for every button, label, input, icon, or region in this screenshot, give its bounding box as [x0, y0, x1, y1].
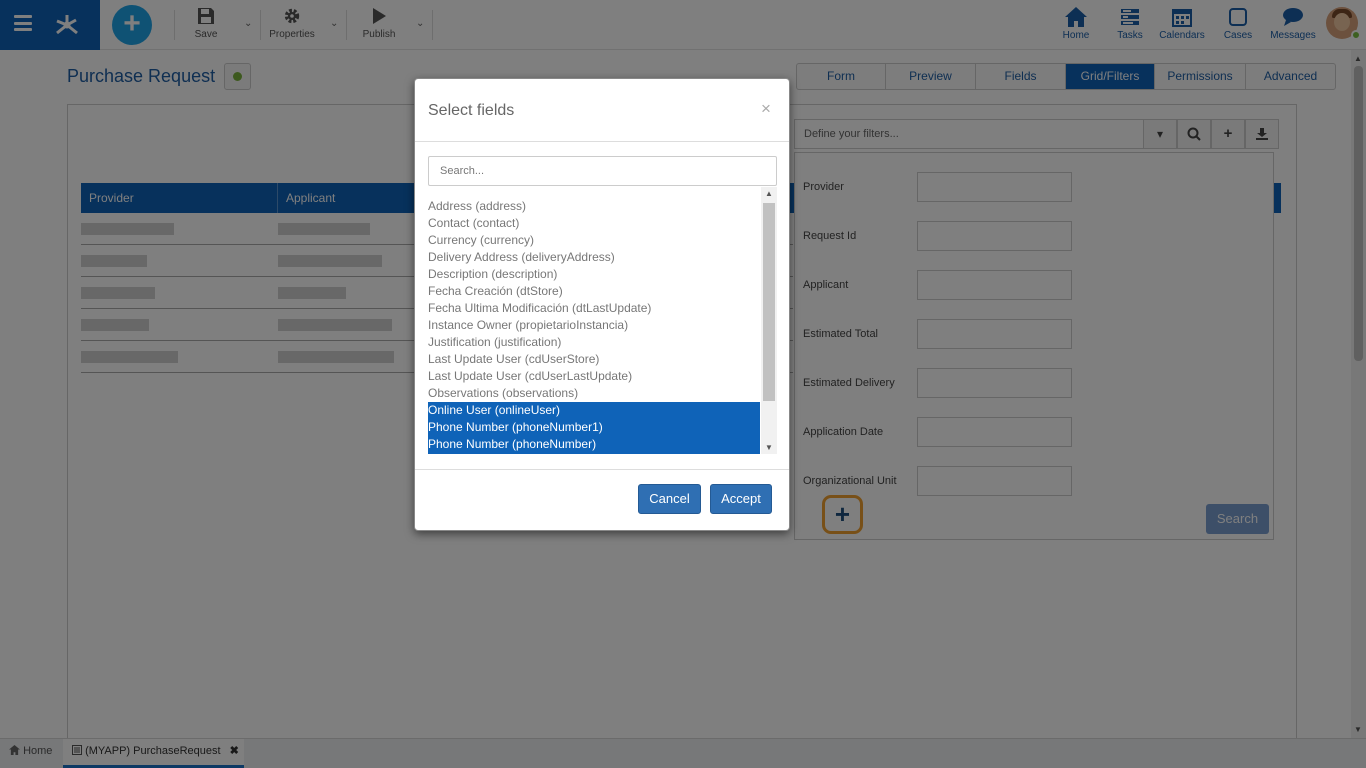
- select-fields-dialog: Select fields × Address (address) Contac…: [414, 78, 790, 531]
- divider: [415, 141, 789, 142]
- list-item[interactable]: Justification (justification): [428, 334, 760, 351]
- list-item[interactable]: Fecha Ultima Modificación (dtLastUpdate): [428, 300, 760, 317]
- list-item[interactable]: Last Update User (cdUserLastUpdate): [428, 368, 760, 385]
- list-item[interactable]: Contact (contact): [428, 215, 760, 232]
- list-item[interactable]: Observations (observations): [428, 385, 760, 402]
- scroll-down-icon[interactable]: ▼: [765, 443, 773, 452]
- list-item[interactable]: Address (address): [428, 198, 760, 215]
- list-item[interactable]: Fecha Creación (dtStore): [428, 283, 760, 300]
- divider: [415, 469, 789, 470]
- scrollbar-thumb[interactable]: [763, 203, 775, 401]
- scroll-up-icon[interactable]: ▲: [765, 189, 773, 198]
- search-input[interactable]: [428, 156, 777, 186]
- list-item[interactable]: Last Update User (cdUserStore): [428, 351, 760, 368]
- list-item[interactable]: Currency (currency): [428, 232, 760, 249]
- list-item[interactable]: Instance Owner (propietarioInstancia): [428, 317, 760, 334]
- list-item[interactable]: Description (description): [428, 266, 760, 283]
- list-item[interactable]: Delivery Address (deliveryAddress): [428, 249, 760, 266]
- list-item-selected[interactable]: Online User (onlineUser): [428, 402, 760, 419]
- dialog-title: Select fields: [428, 102, 515, 119]
- close-icon[interactable]: ×: [761, 99, 771, 119]
- fields-listbox[interactable]: Address (address) Contact (contact) Curr…: [428, 187, 777, 454]
- listbox-scrollbar[interactable]: ▲ ▼: [761, 187, 777, 454]
- cancel-button[interactable]: Cancel: [638, 484, 701, 514]
- accept-button[interactable]: Accept: [710, 484, 772, 514]
- list-item-selected[interactable]: Phone Number (phoneNumber): [428, 436, 760, 454]
- list-item-selected[interactable]: Phone Number (phoneNumber1): [428, 419, 760, 436]
